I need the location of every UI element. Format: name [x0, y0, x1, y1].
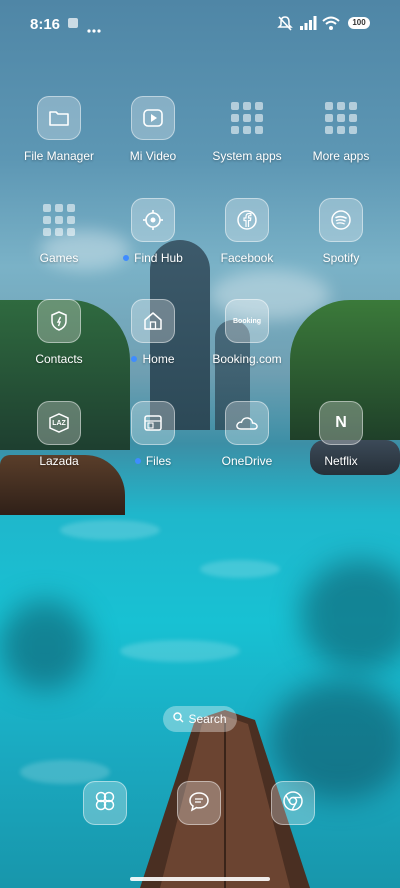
new-indicator-dot — [134, 457, 141, 464]
app-label: Facebook — [220, 251, 274, 265]
app-label: Mi Video — [129, 149, 177, 163]
folder-grid-icon — [225, 96, 269, 140]
notification-app-icon — [67, 16, 79, 34]
dock-app-3[interactable] — [271, 781, 315, 825]
home-indicator[interactable] — [130, 877, 270, 881]
app-label: Lazada — [39, 454, 79, 468]
folder-icon — [37, 96, 81, 140]
app-label: OneDrive — [221, 454, 273, 468]
dock-app-2[interactable] — [177, 781, 221, 825]
mute-icon — [277, 16, 293, 36]
app-label: Spotify — [322, 251, 360, 265]
app-mi-video[interactable]: Mi Video — [108, 96, 198, 163]
dock-app-1[interactable] — [83, 781, 127, 825]
chrome-icon — [281, 789, 305, 818]
app-find-hub[interactable]: Find Hub — [108, 198, 198, 265]
app-label: Contacts — [35, 352, 83, 366]
app-facebook[interactable]: Facebook — [202, 198, 292, 265]
status-bar: 8:16 100 — [0, 0, 400, 50]
app-label: Netflix — [324, 454, 358, 468]
play-icon — [131, 96, 175, 140]
app-games[interactable]: Games — [14, 198, 104, 265]
app-label: System apps — [212, 149, 282, 163]
app-netflix[interactable]: N Netflix — [296, 401, 386, 468]
app-label: Booking.com — [212, 352, 282, 366]
signal-icon — [300, 16, 317, 35]
house-icon — [131, 299, 175, 343]
lazada-icon: LAZ — [37, 401, 81, 445]
app-label: More apps — [312, 149, 370, 163]
facebook-icon — [225, 198, 269, 242]
app-home[interactable]: Home — [108, 299, 198, 366]
contacts-icon — [37, 299, 81, 343]
status-time: 8:16 — [30, 16, 61, 33]
cloud-icon — [225, 401, 269, 445]
folder-grid-icon — [37, 198, 81, 242]
app-label: Games — [39, 251, 79, 265]
battery-icon: 100 — [348, 17, 370, 29]
new-indicator-dot — [123, 254, 130, 261]
home-screen: 8:16 100 File Manager Mi Video System ap… — [0, 0, 400, 888]
app-lazada[interactable]: LAZ Lazada — [14, 401, 104, 468]
search-icon — [173, 712, 184, 726]
app-spotify[interactable]: Spotify — [296, 198, 386, 265]
wifi-icon — [322, 16, 340, 35]
search-button[interactable]: Search — [163, 706, 237, 732]
more-dots-icon — [87, 20, 101, 38]
location-target-icon — [131, 198, 175, 242]
app-label: Files — [108, 454, 198, 468]
app-system-apps[interactable]: System apps — [202, 96, 292, 163]
app-contacts[interactable]: Contacts — [14, 299, 104, 366]
dock-app-icon — [93, 789, 117, 818]
netflix-icon: N — [319, 401, 363, 445]
app-onedrive[interactable]: OneDrive — [202, 401, 292, 468]
app-booking[interactable]: Booking Booking.com — [202, 299, 292, 366]
app-files[interactable]: Files — [108, 401, 198, 468]
folder-grid-icon — [319, 96, 363, 140]
app-more-apps[interactable]: More apps — [296, 96, 386, 163]
files-icon — [131, 401, 175, 445]
app-file-manager[interactable]: File Manager — [14, 96, 104, 163]
new-indicator-dot — [131, 355, 138, 362]
app-label: Home — [108, 352, 198, 366]
booking-icon: Booking — [225, 299, 269, 343]
app-label: Find Hub — [108, 251, 198, 265]
app-label: File Manager — [23, 149, 95, 163]
chat-bubble-icon — [187, 790, 211, 817]
search-label: Search — [188, 712, 227, 726]
spotify-icon — [319, 198, 363, 242]
